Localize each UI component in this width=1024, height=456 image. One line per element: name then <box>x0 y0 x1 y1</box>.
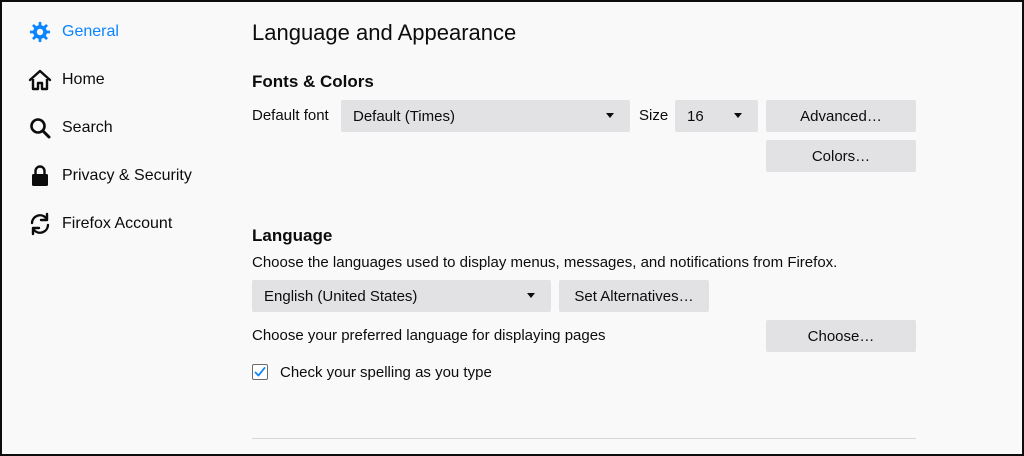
language-select[interactable]: English (United States) <box>252 280 551 312</box>
spellcheck-checkbox[interactable] <box>252 364 268 380</box>
default-font-select[interactable]: Default (Times) <box>341 100 630 132</box>
default-font-value: Default (Times) <box>353 107 455 125</box>
fonts-colors-heading: Fonts & Colors <box>252 72 374 91</box>
sidebar-item-label: Search <box>62 119 113 136</box>
set-alternatives-button[interactable]: Set Alternatives… <box>559 280 709 312</box>
lock-icon <box>28 164 52 188</box>
pages-language-description: Choose your preferred language for displ… <box>252 327 606 344</box>
sidebar-item-label: Privacy & Security <box>62 167 192 184</box>
divider <box>252 438 916 439</box>
sidebar-item-firefox-account[interactable]: Firefox Account <box>28 209 172 239</box>
sidebar: General Home Search Privacy & Security F… <box>2 2 232 454</box>
chevron-down-icon <box>734 113 742 118</box>
chevron-down-icon <box>606 113 614 118</box>
size-label: Size <box>639 107 669 124</box>
default-font-label: Default font <box>252 107 329 124</box>
chevron-down-icon <box>527 293 535 298</box>
sync-icon <box>28 212 52 236</box>
language-description: Choose the languages used to display men… <box>252 254 838 271</box>
choose-button[interactable]: Choose… <box>766 320 916 352</box>
advanced-button[interactable]: Advanced… <box>766 100 916 132</box>
sidebar-item-label: General <box>62 23 119 40</box>
sidebar-item-privacy-security[interactable]: Privacy & Security <box>28 161 192 191</box>
language-value: English (United States) <box>264 287 418 305</box>
sidebar-item-general[interactable]: General <box>28 17 119 47</box>
gear-icon <box>28 20 52 44</box>
checkmark-icon <box>254 367 266 377</box>
font-size-select[interactable]: 16 <box>675 100 758 132</box>
home-icon <box>28 68 52 92</box>
colors-button[interactable]: Colors… <box>766 140 916 172</box>
spellcheck-label[interactable]: Check your spelling as you type <box>280 364 492 381</box>
sidebar-item-label: Firefox Account <box>62 215 173 232</box>
font-size-value: 16 <box>687 107 704 125</box>
language-heading: Language <box>252 226 333 245</box>
sidebar-item-label: Home <box>62 71 105 88</box>
sidebar-item-home[interactable]: Home <box>28 65 105 95</box>
sidebar-item-search[interactable]: Search <box>28 113 113 143</box>
search-icon <box>28 116 52 140</box>
page-title: Language and Appearance <box>252 20 517 45</box>
